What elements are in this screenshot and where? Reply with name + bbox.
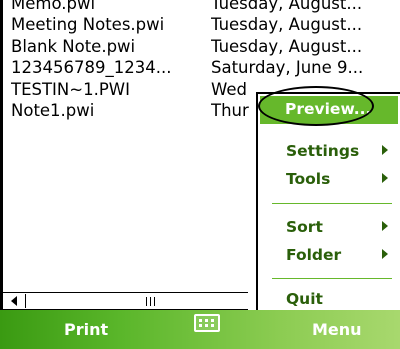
menu-item-label: Preview... <box>285 100 372 118</box>
file-name: Meeting Notes.pwi <box>11 15 165 34</box>
menu-item-label: Quit <box>286 290 323 308</box>
submenu-arrow-icon <box>382 249 388 259</box>
menu-item-preview[interactable]: Preview... <box>260 96 398 124</box>
keyboard-icon[interactable] <box>194 314 220 332</box>
softkey-bar: Print Menu <box>0 310 400 349</box>
menu-separator <box>272 278 392 279</box>
horizontal-scrollbar[interactable] <box>0 292 248 310</box>
file-date: Tuesday, August... <box>211 37 363 56</box>
menu-item-tools[interactable]: Tools <box>258 164 400 192</box>
file-row[interactable]: Meeting Notes.pwi Tuesday, August... <box>11 15 400 39</box>
submenu-arrow-icon <box>382 145 388 155</box>
menu-item-label: Folder <box>286 246 342 264</box>
menu-softkey[interactable]: Menu <box>312 320 362 339</box>
scrollbar-thumb[interactable] <box>27 294 247 308</box>
scroll-left-arrow-icon[interactable] <box>4 294 26 308</box>
submenu-arrow-icon <box>382 221 388 231</box>
menu-separator <box>272 203 392 204</box>
file-date: Tuesday, August... <box>211 15 363 34</box>
menu-item-label: Settings <box>286 142 360 160</box>
file-name: Note1.pwi <box>11 101 95 120</box>
submenu-arrow-icon <box>382 173 388 183</box>
menu-item-quit[interactable]: Quit <box>258 284 400 312</box>
file-name: TESTIN~1.PWI <box>11 80 130 99</box>
menu-item-label: Sort <box>286 218 323 236</box>
menu-item-label: Tools <box>286 170 331 188</box>
file-date: Tuesday, August... <box>211 0 363 13</box>
file-name: Memo.pwi <box>11 0 96 13</box>
menu-item-folder[interactable]: Folder <box>258 240 400 268</box>
file-name: Blank Note.pwi <box>11 37 136 56</box>
file-date: Saturday, June 9... <box>211 58 364 77</box>
menu-item-sort[interactable]: Sort <box>258 212 400 240</box>
scrollbar-grip-icon <box>146 297 155 306</box>
context-menu: Preview... Settings Tools Sort Folder Qu… <box>256 92 400 310</box>
menu-item-settings[interactable]: Settings <box>258 136 400 164</box>
file-name: 123456789_1234... <box>11 58 172 77</box>
print-softkey[interactable]: Print <box>64 320 108 339</box>
file-row[interactable]: 123456789_1234... Saturday, June 9... <box>11 58 400 82</box>
